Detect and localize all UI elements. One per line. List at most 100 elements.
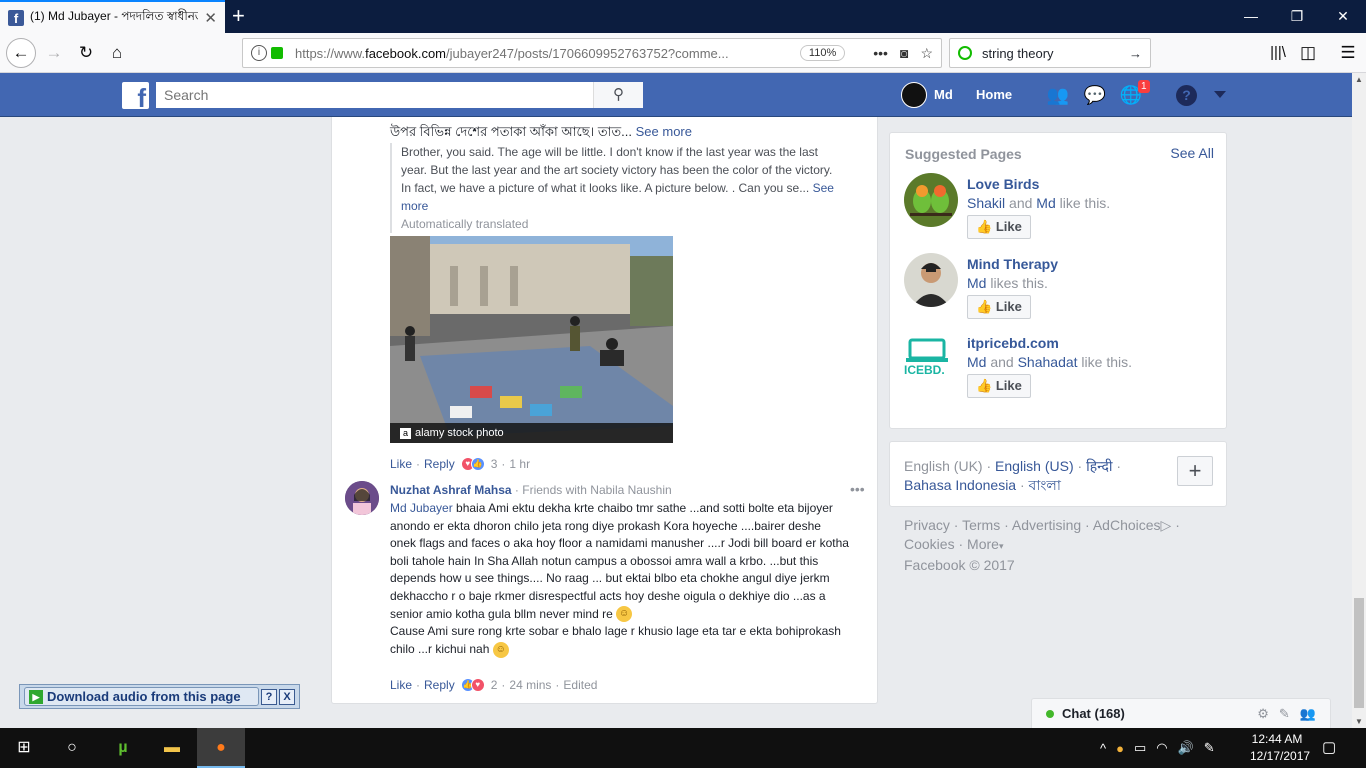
minimize-window-button[interactable]: — <box>1228 0 1274 33</box>
reaction-count[interactable]: 3 <box>491 457 498 471</box>
help-icon[interactable]: ? <box>261 688 277 705</box>
lock-icon[interactable] <box>271 47 283 59</box>
browser-tab-active[interactable]: f (1) Md Jubayer - পদদলিত স্বাধীনতা ✕ <box>0 0 225 33</box>
more-link[interactable]: More <box>967 536 999 552</box>
zoom-level[interactable]: 110% <box>799 45 846 61</box>
file-explorer-icon[interactable]: ▬ <box>148 728 196 768</box>
comment-options-icon[interactable]: ••• <box>850 481 865 497</box>
page-avatar[interactable] <box>904 253 958 307</box>
home-link[interactable]: Home <box>976 87 1012 102</box>
scroll-down-icon[interactable]: ▼ <box>1355 717 1363 726</box>
language-link[interactable]: हिन्दी <box>1086 458 1112 474</box>
language-link[interactable]: Bahasa Indonesia <box>904 477 1016 493</box>
page-avatar[interactable] <box>904 173 958 227</box>
new-tab-button[interactable]: + <box>232 4 245 28</box>
close-icon[interactable]: X <box>279 688 295 705</box>
reply-link[interactable]: Reply <box>424 457 455 471</box>
commenter-name[interactable]: Nuzhat Ashraf Mahsa <box>390 483 512 497</box>
chat-bar[interactable]: Chat (168) ⚙ ✎ 👥 <box>1031 698 1331 728</box>
address-bar[interactable]: i https://www.facebook.com/jubayer247/po… <box>242 38 942 68</box>
utorrent-icon[interactable]: µ <box>99 728 147 768</box>
comment-time[interactable]: 1 hr <box>509 457 530 471</box>
download-audio-button[interactable]: ▶ Download audio from this page <box>24 686 259 707</box>
profile-name-link[interactable]: Md <box>934 87 953 102</box>
search-go-icon[interactable]: → <box>1129 46 1142 61</box>
facebook-search-input[interactable] <box>156 82 593 108</box>
reload-button[interactable]: ↻ <box>72 40 100 66</box>
search-circle-icon[interactable]: ○ <box>48 728 96 768</box>
footer-links: Privacy · Terms · Advertising · AdChoice… <box>904 517 1180 573</box>
adchoices-link[interactable]: AdChoices <box>1093 517 1161 533</box>
forward-button[interactable]: → <box>40 40 68 66</box>
pocket-icon[interactable]: ◙ <box>900 45 908 61</box>
more-languages-button[interactable]: + <box>1177 456 1213 486</box>
language-link[interactable]: বাংলা <box>1029 477 1061 493</box>
facebook-search[interactable]: ⚲ <box>156 82 643 108</box>
action-center-icon[interactable]: ▢ <box>1322 738 1336 756</box>
edited-label[interactable]: Edited <box>563 678 597 692</box>
page-scrollbar[interactable]: ▲ ▼ <box>1352 73 1366 728</box>
like-page-button[interactable]: 👍 Like <box>967 215 1031 239</box>
reaction-icons[interactable]: 👍 ♥ <box>460 678 485 692</box>
taskbar-clock[interactable]: 12:44 AM 12/17/2017 <box>1250 731 1310 765</box>
terms-link[interactable]: Terms <box>962 517 1000 533</box>
comment-time[interactable]: 24 mins <box>509 678 551 692</box>
page-name-link[interactable]: itpricebd.com <box>967 335 1059 351</box>
chrome-tray-icon[interactable]: ● <box>1116 741 1124 756</box>
comment-photo[interactable]: a alamy stock photo <box>390 236 673 443</box>
friend-requests-icon[interactable]: 👥 <box>1046 83 1070 107</box>
see-all-link[interactable]: See All <box>1170 145 1214 161</box>
battery-icon[interactable]: ▭ <box>1134 740 1146 756</box>
cookies-link[interactable]: Cookies <box>904 536 955 552</box>
search-icon[interactable]: ⚲ <box>593 82 643 108</box>
mention-link[interactable]: Md Jubayer <box>390 501 453 515</box>
back-button[interactable]: ← <box>6 38 36 68</box>
group-chat-icon[interactable]: 👥 <box>1300 706 1316 722</box>
library-icon[interactable]: |||\ <box>1264 40 1292 66</box>
volume-icon[interactable]: 🔊 <box>1178 740 1194 756</box>
scrollbar-thumb[interactable] <box>1354 598 1364 708</box>
like-link[interactable]: Like <box>390 678 412 692</box>
firefox-icon[interactable]: ● <box>197 728 245 768</box>
advertising-link[interactable]: Advertising <box>1012 517 1081 533</box>
facebook-logo[interactable]: f <box>122 82 149 109</box>
gear-icon[interactable]: ⚙ <box>1257 706 1269 722</box>
sidebar-icon[interactable]: ◫ <box>1294 40 1322 66</box>
help-icon[interactable]: ? <box>1176 85 1197 106</box>
page-name-link[interactable]: Love Birds <box>967 176 1039 192</box>
reaction-icons[interactable]: ♥ 👍 <box>460 457 485 471</box>
close-tab-icon[interactable]: ✕ <box>204 9 217 27</box>
messenger-icon[interactable]: 💬 <box>1083 83 1107 107</box>
windows-start-icon[interactable]: ⊞ <box>0 728 48 768</box>
close-window-button[interactable]: ✕ <box>1320 0 1366 33</box>
like-page-button[interactable]: 👍 Like <box>967 295 1031 319</box>
language-link[interactable]: English (US) <box>995 458 1074 474</box>
url-text[interactable]: https://www.facebook.com/jubayer247/post… <box>295 46 784 61</box>
like-link[interactable]: Like <box>390 457 412 471</box>
bookmark-star-icon[interactable]: ☆ <box>920 45 933 62</box>
pen-icon[interactable]: ✎ <box>1204 740 1215 756</box>
page-name-link[interactable]: Mind Therapy <box>967 256 1058 272</box>
home-button[interactable]: ⌂ <box>103 40 131 66</box>
scroll-up-icon[interactable]: ▲ <box>1355 75 1363 84</box>
account-menu-caret-icon[interactable] <box>1214 91 1226 98</box>
browser-search-box[interactable]: string theory → <box>949 38 1151 68</box>
wifi-icon[interactable]: ◠ <box>1156 740 1167 756</box>
compose-icon[interactable]: ✎ <box>1279 706 1290 722</box>
restore-window-button[interactable]: ❐ <box>1274 0 1320 33</box>
page-actions-icon[interactable]: ••• <box>873 45 888 61</box>
search-query[interactable]: string theory <box>982 46 1129 61</box>
reply-link[interactable]: Reply <box>424 678 455 692</box>
profile-avatar[interactable] <box>901 82 927 108</box>
privacy-link[interactable]: Privacy <box>904 517 950 533</box>
see-more-link[interactable]: See more <box>636 124 692 139</box>
site-info-icon[interactable]: i <box>251 45 267 61</box>
chevron-up-icon[interactable]: ^ <box>1100 741 1106 756</box>
page-avatar[interactable]: ICEBD. <box>904 332 958 386</box>
reaction-count[interactable]: 2 <box>491 678 498 692</box>
menu-icon[interactable]: ☰ <box>1334 40 1362 66</box>
chat-label[interactable]: Chat (168) <box>1062 706 1247 721</box>
photo-caption: a alamy stock photo <box>390 423 673 443</box>
commenter-avatar[interactable] <box>345 481 379 515</box>
like-page-button[interactable]: 👍 Like <box>967 374 1031 398</box>
